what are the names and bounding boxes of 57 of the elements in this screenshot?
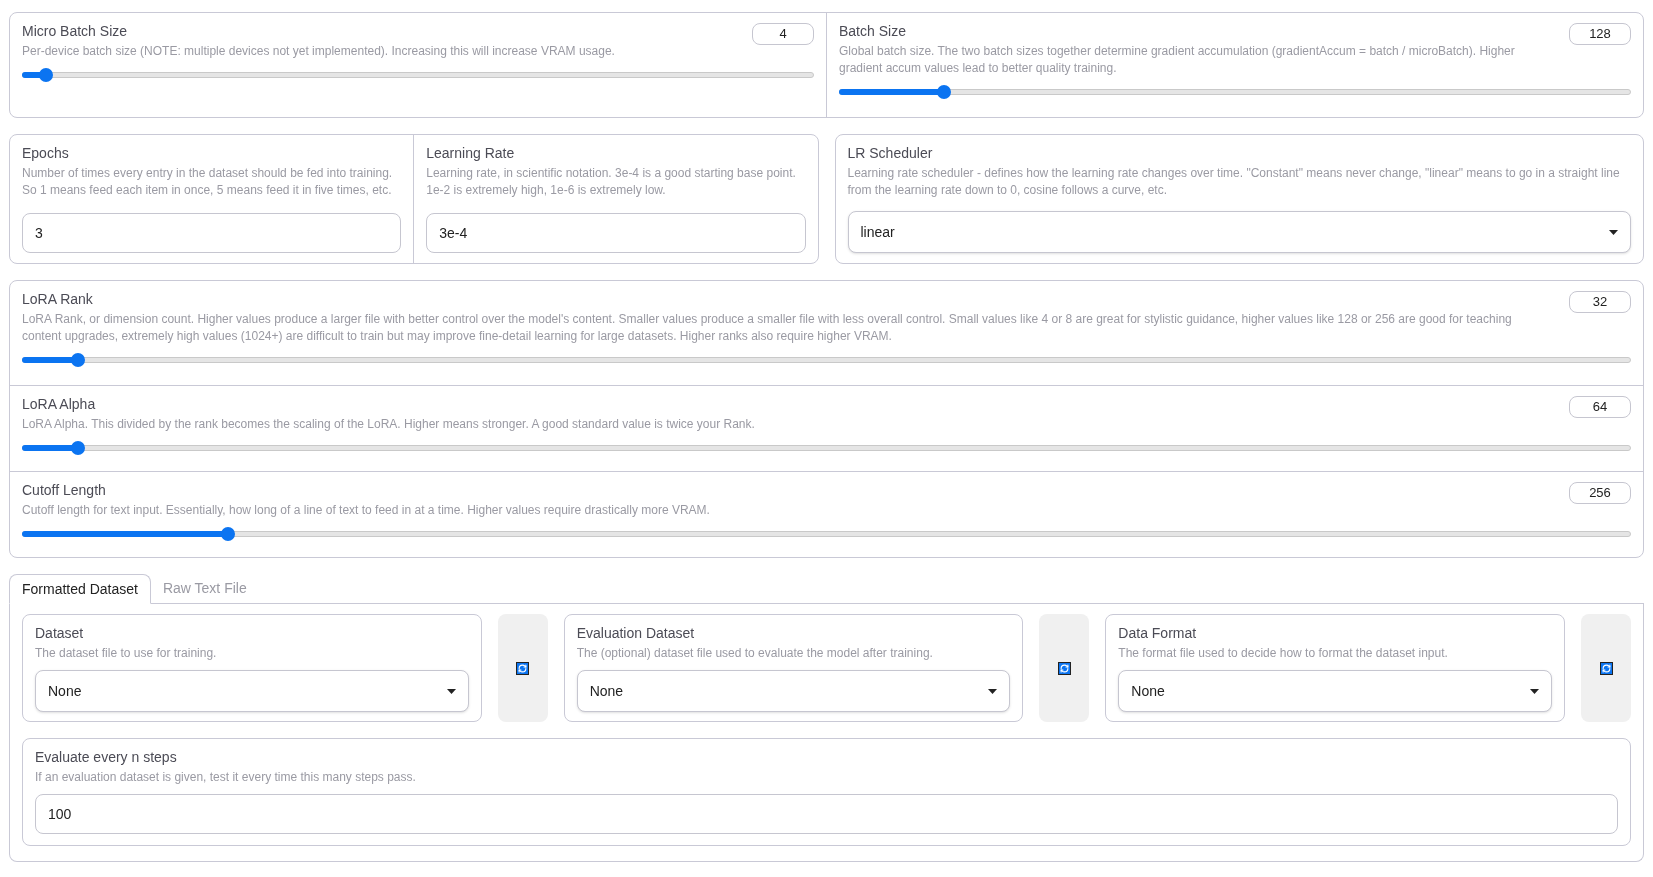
field-description: LoRA Rank, or dimension count. Higher values produce a larger file with better control over the model's content. Smaller values produce a smaller file with less overall control. Small values like 4 or 8 are great for stylistic guidance, higher values like 128 or 256 are good for teaching content upgrades, extremely high values (1024+) are difficult to train but may improve fine-detail learning for large datasets. Higher ranks also require higher VRAM. — [22, 311, 1513, 345]
field-label: LoRA Rank — [22, 290, 94, 309]
slider-thumb[interactable] — [220, 527, 235, 541]
input-field[interactable]: 3 — [22, 213, 402, 253]
field-description: Per-device batch size (NOTE: multiple devices not yet implemented). Increasing this will increase VRAM usage. — [22, 43, 616, 60]
slider[interactable] — [839, 85, 1631, 99]
field-label: Micro Batch Size — [22, 22, 129, 41]
dropdown[interactable]: None — [35, 670, 469, 712]
refresh-button[interactable] — [1039, 614, 1090, 722]
caret-icon — [446, 688, 456, 694]
refresh-button[interactable] — [497, 614, 548, 722]
caret-icon — [1609, 229, 1618, 235]
field-description: Learning rate scheduler - defines how the learning rate changes over time. "Constant" means never change, "linear" means to go in a straight line from the learning rate down to 0, cosine follows a curve, etc. — [847, 165, 1621, 199]
slider[interactable] — [22, 527, 1631, 541]
field-label: Data Format — [1118, 624, 1198, 643]
slider[interactable] — [22, 441, 1631, 455]
input-field[interactable]: 3e-4 — [426, 213, 806, 253]
dropdown[interactable]: None — [576, 670, 1011, 712]
refresh-icon — [516, 661, 530, 675]
field-description: Global batch size. The two batch sizes together determine gradient accumulation (gradientAccum = batch / microBatch). Higher gradient accum values lead to better quality training. — [839, 43, 1516, 77]
field-label: Evaluation Dataset — [576, 624, 696, 643]
field-label: Epochs — [22, 144, 70, 163]
field-description: The format file used to decide how to format the dataset input. — [1118, 645, 1449, 662]
field-description: If an evaluation dataset is given, test it every time this many steps pass. — [35, 769, 417, 786]
field-label: Cutoff Length — [22, 481, 107, 500]
field-description: Cutoff length for text input. Essentially, how long of a line of text to feed in at a time. Higher values require drastically more VRAM. — [22, 502, 711, 519]
number-input[interactable]: 4 — [752, 23, 814, 45]
field-description: LoRA Alpha. This divided by the rank becomes the scaling of the LoRA. Higher means stronger. A good standard value is twice your Rank. — [22, 416, 756, 433]
field-label: LR Scheduler — [847, 144, 934, 163]
field-label: LoRA Alpha — [22, 395, 97, 414]
input-field[interactable]: 100 — [35, 794, 1618, 834]
number-input[interactable]: 256 — [1569, 482, 1631, 504]
field-description: Number of times every entry in the dataset should be fed into training. So 1 means feed each item in once, 5 means feed it in five times, etc. — [22, 165, 394, 199]
number-input[interactable]: 64 — [1569, 396, 1631, 418]
slider[interactable] — [22, 68, 814, 82]
field-label: Batch Size — [839, 22, 907, 41]
field-description: The (optional) dataset file used to evaluate the model after training. — [576, 645, 934, 662]
caret-icon — [988, 688, 998, 694]
refresh-icon — [1057, 661, 1071, 675]
slider-thumb[interactable] — [71, 441, 86, 455]
number-input[interactable]: 32 — [1569, 291, 1631, 313]
number-input[interactable]: 128 — [1569, 23, 1631, 45]
field-label: Dataset — [35, 624, 85, 643]
field-description: The dataset file to use for training. — [35, 645, 218, 662]
refresh-button[interactable] — [1581, 614, 1631, 722]
slider[interactable] — [22, 353, 1631, 367]
slider-thumb[interactable] — [71, 353, 86, 367]
slider-thumb[interactable] — [38, 68, 53, 82]
refresh-icon — [1599, 661, 1613, 675]
caret-icon — [1530, 688, 1539, 694]
tab[interactable]: Formatted Dataset — [9, 574, 151, 604]
field-label: Evaluate every n steps — [35, 748, 178, 767]
dropdown[interactable]: None — [1118, 670, 1552, 712]
slider-thumb[interactable] — [937, 85, 952, 99]
field-label: Learning Rate — [426, 144, 516, 163]
dropdown[interactable]: linear — [847, 211, 1631, 253]
field-description: Learning rate, in scientific notation. 3e-4 is a good starting base point. 1e-2 is extremely high, 1e-6 is extremely low. — [426, 165, 797, 199]
